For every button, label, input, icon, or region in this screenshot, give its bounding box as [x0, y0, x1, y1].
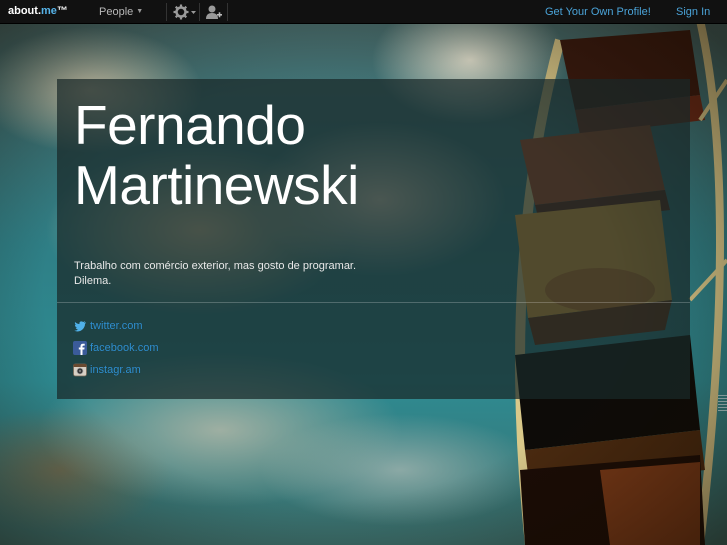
people-menu-label: People	[99, 6, 134, 18]
aboutme-logo[interactable]: about.me™	[8, 5, 68, 17]
settings-menu-button[interactable]	[172, 3, 198, 21]
resize-grip[interactable]	[718, 395, 727, 413]
twitter-link[interactable]: twitter.com	[73, 315, 158, 337]
twitter-icon	[73, 319, 87, 333]
profile-name: Fernando Martinewski	[74, 95, 359, 215]
get-your-own-profile-link[interactable]: Get Your Own Profile!	[545, 6, 651, 18]
instagram-link-label: instagr.am	[90, 364, 141, 376]
gear-icon	[173, 4, 196, 20]
facebook-link-label: facebook.com	[90, 342, 159, 354]
bio-line: Trabalho com comércio exterior, mas gost…	[74, 260, 357, 272]
logo-text: about.	[8, 5, 41, 17]
add-user-button[interactable]	[204, 3, 222, 21]
logo-accent-text: me	[41, 5, 57, 17]
toolbar-divider	[166, 3, 167, 21]
profile-bio: Trabalho com comércio exterior, mas gost…	[74, 259, 474, 289]
chevron-down-icon: ▼	[136, 8, 144, 15]
instagram-icon	[73, 363, 87, 377]
social-links-list: twitter.com facebook.com instagr.am	[73, 315, 158, 381]
toolbar-divider	[227, 3, 228, 21]
profile-card: Fernando Martinewski Trabalho com comérc…	[57, 79, 690, 399]
facebook-icon	[73, 341, 87, 355]
toolbar-divider	[199, 3, 200, 21]
top-navigation-bar: about.me™ People ▼ Get Your Own Profile! …	[0, 0, 727, 24]
facebook-link[interactable]: facebook.com	[73, 337, 158, 359]
logo-trademark: ™	[56, 5, 68, 17]
add-user-icon	[206, 5, 222, 19]
profile-last-name: Martinewski	[74, 154, 359, 216]
people-menu-button[interactable]: People ▼	[99, 6, 143, 18]
twitter-link-label: twitter.com	[90, 320, 143, 332]
profile-first-name: Fernando	[74, 94, 306, 156]
instagram-link[interactable]: instagr.am	[73, 359, 158, 381]
sign-in-link[interactable]: Sign In	[676, 6, 710, 18]
bio-line: Dilema.	[74, 275, 112, 287]
card-divider	[57, 302, 690, 303]
